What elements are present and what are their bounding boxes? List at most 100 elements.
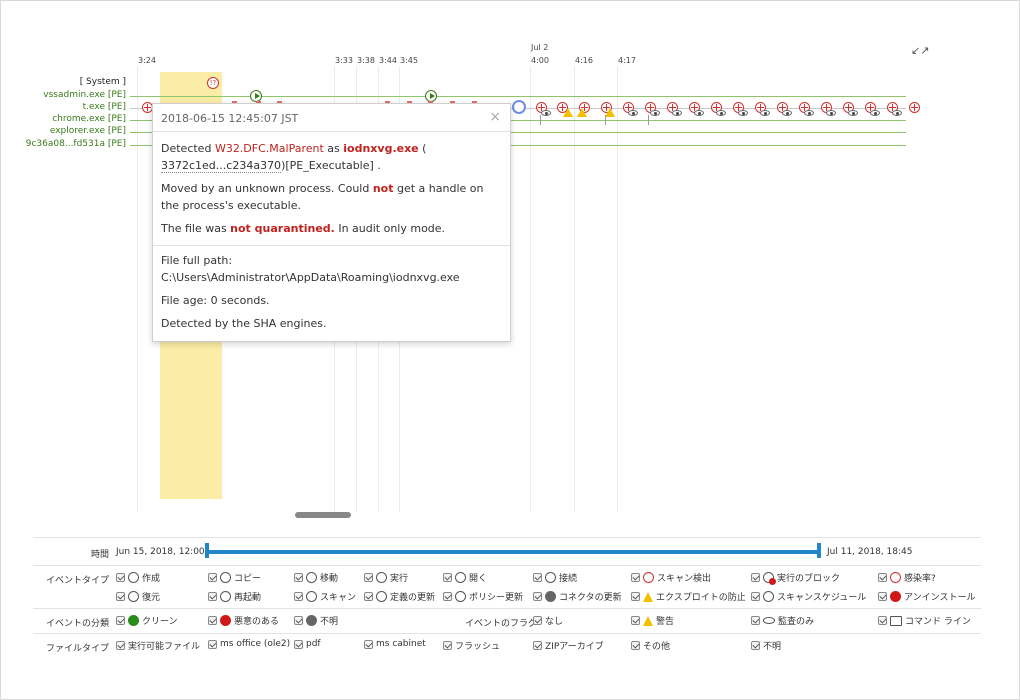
checkbox[interactable] bbox=[116, 641, 125, 650]
filter-other[interactable]: その他 bbox=[631, 639, 670, 652]
filter-block-execution[interactable]: 実行のブロック bbox=[751, 571, 840, 585]
checkbox[interactable] bbox=[878, 616, 887, 625]
infection-rate-event-icon[interactable]: !? bbox=[207, 77, 219, 89]
filter-move[interactable]: 移動 bbox=[294, 571, 338, 584]
time-range-slider[interactable] bbox=[207, 550, 819, 554]
warning-icon bbox=[577, 108, 587, 117]
filter-pdf[interactable]: pdf bbox=[294, 639, 321, 649]
popup-detection-section: Detected W32.DFC.MalParent as iodnxvg.ex… bbox=[153, 132, 510, 246]
filter-zip[interactable]: ZIPアーカイブ bbox=[533, 639, 604, 652]
filter-warning[interactable]: 警告 bbox=[631, 614, 674, 627]
checkbox[interactable] bbox=[751, 573, 760, 582]
slider-start-handle[interactable] bbox=[205, 543, 209, 558]
popup-file-section: File full path: C:\Users\Administrator\A… bbox=[153, 246, 510, 332]
filter-policy-update[interactable]: ポリシー更新 bbox=[443, 590, 523, 603]
close-icon[interactable]: × bbox=[489, 109, 501, 125]
threat-name-link[interactable]: W32.DFC.MalParent bbox=[215, 142, 324, 155]
text: スキャン検出 bbox=[657, 574, 712, 584]
checkbox[interactable] bbox=[208, 573, 217, 582]
checkbox[interactable] bbox=[116, 573, 125, 582]
filter-restore[interactable]: 復元 bbox=[116, 590, 160, 603]
horizontal-scrollbar[interactable] bbox=[295, 512, 351, 518]
checkbox[interactable] bbox=[533, 592, 542, 601]
checkbox[interactable] bbox=[364, 573, 373, 582]
filter-scan-detect[interactable]: スキャン検出 bbox=[631, 571, 711, 584]
filter-unknown[interactable]: 不明 bbox=[294, 614, 338, 627]
checkbox[interactable] bbox=[294, 573, 303, 582]
checkbox[interactable] bbox=[443, 641, 452, 650]
audit-only-icon bbox=[804, 110, 814, 116]
warning-icon bbox=[643, 615, 653, 626]
checkbox[interactable] bbox=[208, 639, 217, 649]
checkbox[interactable] bbox=[751, 616, 760, 625]
checkbox[interactable] bbox=[533, 616, 542, 625]
filter-definition-update[interactable]: 定義の更新 bbox=[364, 590, 435, 603]
checkbox[interactable] bbox=[294, 592, 303, 601]
filter-infection-rate[interactable]: 感染率? bbox=[878, 571, 936, 584]
slider-end-handle[interactable] bbox=[817, 543, 821, 558]
checkbox[interactable] bbox=[364, 592, 373, 601]
process-label[interactable]: [ System ] bbox=[80, 77, 126, 87]
text: 警告 bbox=[656, 617, 675, 627]
checkbox[interactable] bbox=[631, 573, 640, 582]
filter-scan[interactable]: スキャン bbox=[294, 590, 356, 603]
process-line bbox=[130, 96, 906, 97]
process-label[interactable]: explorer.exe [PE] bbox=[50, 126, 126, 136]
expand-arrows-icon[interactable]: ↙↗ bbox=[911, 44, 929, 57]
checkbox[interactable] bbox=[631, 641, 640, 650]
filter-ms-office[interactable]: ms office (ole2) bbox=[208, 639, 290, 649]
text: Moved by an unknown process. Could bbox=[161, 182, 373, 195]
filter-ms-cabinet[interactable]: ms cabinet bbox=[364, 639, 426, 649]
checkbox[interactable] bbox=[751, 592, 760, 601]
checkbox[interactable] bbox=[364, 639, 373, 649]
filter-connector-update[interactable]: コネクタの更新 bbox=[533, 590, 622, 603]
process-label[interactable]: 9c36a08...fd531a [PE] bbox=[26, 139, 126, 149]
checkbox[interactable] bbox=[533, 573, 542, 582]
text: 復元 bbox=[142, 593, 161, 603]
checkbox[interactable] bbox=[878, 573, 887, 582]
process-label[interactable]: t.exe [PE] bbox=[83, 102, 126, 112]
filter-audit-only[interactable]: 監査のみ bbox=[751, 614, 814, 627]
filter-unknown-type[interactable]: 不明 bbox=[751, 639, 781, 652]
checkbox[interactable] bbox=[878, 592, 887, 601]
event-flag-label: イベントのフラグ bbox=[464, 619, 537, 629]
time-end: Jul 11, 2018, 18:45 bbox=[827, 547, 913, 557]
filter-connect[interactable]: 接続 bbox=[533, 571, 577, 584]
filter-uninstall[interactable]: アンインストール bbox=[878, 590, 975, 603]
filter-open[interactable]: 開く bbox=[443, 571, 487, 584]
scan-detect-event-icon[interactable] bbox=[909, 102, 920, 113]
filter-command-line[interactable]: コマンド ライン bbox=[878, 614, 971, 627]
filter-clean[interactable]: クリーン bbox=[116, 614, 178, 627]
checkbox[interactable] bbox=[443, 592, 452, 601]
checkbox[interactable] bbox=[208, 616, 217, 625]
filter-scan-schedule[interactable]: スキャンスケジュール bbox=[751, 590, 866, 603]
filter-flash[interactable]: フラッシュ bbox=[443, 639, 500, 652]
definition-update-icon bbox=[376, 591, 387, 602]
filter-reboot[interactable]: 再起動 bbox=[208, 590, 261, 603]
selected-event-icon[interactable] bbox=[512, 100, 526, 114]
filter-malicious[interactable]: 悪意のある bbox=[208, 614, 279, 627]
hash-link[interactable]: 3372c1ed...c234a370 bbox=[161, 159, 282, 173]
filter-copy[interactable]: コピー bbox=[208, 571, 261, 584]
checkbox[interactable] bbox=[443, 573, 452, 582]
checkbox[interactable] bbox=[116, 592, 125, 601]
filter-none[interactable]: なし bbox=[533, 614, 563, 627]
filter-create[interactable]: 作成 bbox=[116, 571, 160, 584]
checkbox[interactable] bbox=[631, 592, 640, 601]
audit-only-icon bbox=[716, 110, 726, 116]
checkbox[interactable] bbox=[631, 616, 640, 625]
filter-exploit-prevention[interactable]: エクスプロイトの防止 bbox=[631, 590, 746, 603]
process-label[interactable]: chrome.exe [PE] bbox=[52, 114, 126, 124]
checkbox[interactable] bbox=[751, 641, 760, 650]
filter-execute[interactable]: 実行 bbox=[364, 571, 408, 584]
checkbox[interactable] bbox=[208, 592, 217, 601]
checkbox[interactable] bbox=[294, 616, 303, 625]
filter-executable[interactable]: 実行可能ファイル bbox=[116, 639, 200, 652]
checkbox[interactable] bbox=[116, 616, 125, 625]
popup-header: 2018-06-15 12:45:07 JST × bbox=[153, 104, 510, 132]
checkbox[interactable] bbox=[533, 641, 542, 650]
move-icon bbox=[306, 572, 317, 583]
checkbox[interactable] bbox=[294, 639, 303, 649]
text: 悪意のある bbox=[234, 617, 280, 627]
process-label[interactable]: vssadmin.exe [PE] bbox=[43, 90, 126, 100]
